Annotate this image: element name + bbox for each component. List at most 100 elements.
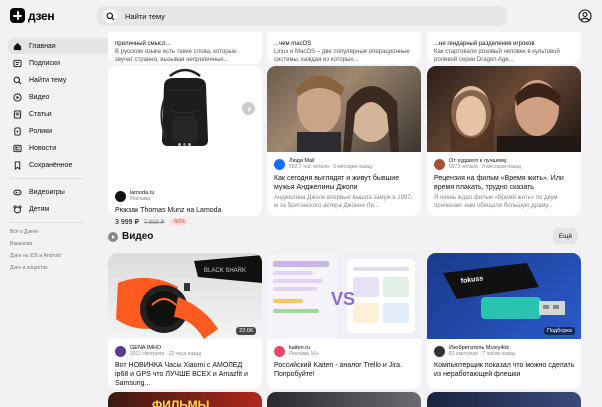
feed-card-truncated[interactable]: ...не гендарный разделения игроков Как с… [427, 32, 581, 64]
dzen-logo[interactable]: дзен [10, 8, 55, 23]
sidebar-item-home[interactable]: Главная [8, 38, 111, 54]
card-desc: В русском языке есть такие слова, которы… [115, 49, 237, 63]
card-desc: Linux и MacOS – две популярные операцион… [274, 49, 410, 63]
home-icon [13, 42, 22, 51]
sidebar-divider [10, 178, 84, 179]
sidebar-item-label: Подписки [29, 59, 61, 67]
source-meta: 81 смотрели · 7 часов назад [449, 351, 515, 357]
section-title: Видео [122, 231, 154, 242]
feed-card-truncated[interactable]: приличный смысл... В русском языке есть … [108, 32, 262, 64]
source-avatar [115, 190, 126, 202]
footer-link-about[interactable]: Всё о Дзене [10, 229, 38, 235]
video-thumbnail: fokuss Подборка [427, 253, 581, 339]
video-card-partial[interactable]: ФИЛЬМЫ [108, 392, 262, 407]
card-source[interactable]: От худшего к лучшему 5973 читали · 8 мес… [434, 158, 521, 170]
card-title: Компьютерщик показал что можно сделать и… [434, 362, 575, 378]
sidebar-item-clips[interactable]: Ролики [8, 123, 111, 139]
card-source[interactable]: Люди Mail 562,7 тыс читали · 5 месяцев н… [274, 158, 372, 170]
card-source[interactable]: kaiten.ru Реклама 16+ [274, 345, 319, 357]
search-icon [103, 9, 117, 23]
clips-icon [13, 126, 22, 136]
video-thumbnail: VS [267, 253, 421, 339]
svg-text:VS: VS [331, 289, 355, 309]
video-card-partial[interactable] [427, 392, 581, 407]
feed-card-ad[interactable]: lamoda.ru Реклама Рюкзак Thomas Munz на … [108, 66, 262, 216]
discount-badge: -50% [169, 218, 189, 226]
sidebar-item-subscriptions[interactable]: Подписки [8, 55, 111, 71]
video-card[interactable]: VS kaiten.ru Реклама 16+ Российский Kait… [267, 253, 421, 389]
articles-icon [13, 109, 22, 119]
footer-link-social[interactable]: Дзен в соцсетях [10, 265, 48, 271]
feed: приличный смысл... В русском языке есть … [108, 32, 602, 407]
feed-card-article[interactable]: Люди Mail 562,7 тыс читали · 5 месяцев н… [267, 66, 421, 216]
sidebar: Главная Подписки Найти тему Видео Статьи… [0, 32, 111, 407]
card-desc: Как стартовали розовый человек в культов… [434, 49, 560, 63]
video-section-header: Видео [108, 231, 153, 242]
video-icon [13, 92, 22, 102]
source-avatar [274, 158, 285, 170]
search-input[interactable]: Найти тему [125, 12, 165, 21]
source-meta: 562,7 тыс читали · 5 месяцев назад [289, 164, 372, 170]
feed-card-article[interactable]: От худшего к лучшему 5973 читали · 8 мес… [427, 66, 581, 216]
card-title: ...не гендарный разделения игроков [434, 41, 535, 47]
source-avatar [434, 158, 445, 170]
feed-card-truncated[interactable]: ...чем macOS Linux и MacOS – две популяр… [267, 32, 421, 64]
video-thumbnail: ФИЛЬМЫ [152, 398, 209, 407]
article-image [267, 66, 421, 152]
profile-icon[interactable] [578, 9, 592, 23]
logo-text: дзен [28, 8, 55, 23]
chevron-right-icon [247, 106, 251, 111]
source-meta: Реклама [130, 196, 151, 202]
carousel-next-button[interactable] [242, 102, 255, 115]
footer-link-vacancies[interactable]: Вакансии [10, 241, 32, 247]
card-title: Вот НОВИНКА Часы Xiaomi с АМОЛЕД ip68 и … [115, 362, 248, 387]
subscriptions-icon [13, 59, 22, 68]
card-source[interactable]: GENA IMHO 2011 смотрели · 22 часа назад [115, 345, 201, 357]
sidebar-item-news[interactable]: Новости [8, 140, 111, 156]
sidebar-item-articles[interactable]: Статьи [8, 106, 111, 122]
dzen-logo-icon [10, 8, 25, 23]
sidebar-divider [10, 222, 84, 223]
old-price: 7 999 ₽ [143, 219, 165, 226]
source-avatar [434, 345, 445, 357]
footer-link-apps[interactable]: Дзен на iOS и Android [10, 253, 61, 259]
sidebar-item-label: Главная [29, 42, 56, 50]
sidebar-item-label: Статьи [29, 110, 52, 118]
current-price: 3 999 ₽ [115, 219, 139, 226]
video-card[interactable]: fokuss Подборка Изобретатель Musiy4ok 81… [427, 253, 581, 389]
gamepad-icon [13, 188, 22, 197]
product-price-row: 3 999 ₽ 7 999 ₽ -50% [115, 218, 189, 226]
source-meta: 5973 читали · 8 месяцев назад [449, 164, 521, 170]
sidebar-item-videogames[interactable]: Видеоигры [8, 184, 111, 200]
sidebar-item-label: Новости [29, 144, 57, 152]
more-videos-button[interactable]: Ещё [553, 228, 578, 244]
kids-icon [13, 204, 22, 214]
video-duration: 22:06 [236, 327, 256, 335]
video-section-icon [108, 231, 118, 242]
source-meta: 2011 смотрели · 22 часа назад [130, 351, 202, 357]
sidebar-item-saved[interactable]: Сохранённое [8, 157, 111, 173]
card-source[interactable]: Изобретатель Musiy4ok 81 смотрели · 7 ча… [434, 345, 515, 357]
carousel-dots [178, 143, 191, 146]
video-thumbnail: BLACK SHARK 22:06 [108, 253, 262, 339]
card-desc: Анджелина Джоли впервые вышла замуж в 19… [274, 195, 413, 209]
video-card[interactable]: BLACK SHARK 22:06 GENA IMHO 2011 смотрел… [108, 253, 262, 389]
card-title: приличный смысл... [115, 41, 171, 47]
find-topic-icon [13, 76, 22, 85]
sidebar-item-kids[interactable]: Детям [8, 201, 111, 217]
card-desc: Я очень ждал фильм «Время жить» по двум … [434, 195, 558, 209]
card-title: Как сегодня выглядят и живут бывшие мужь… [274, 175, 400, 191]
sidebar-item-find-topic[interactable]: Найти тему [8, 72, 111, 88]
sidebar-item-label: Видеоигры [29, 188, 65, 196]
sidebar-item-label: Видео [29, 93, 50, 101]
source-avatar [115, 345, 126, 357]
card-source[interactable]: lamoda.ru Реклама [115, 190, 154, 202]
sidebar-item-video[interactable]: Видео [8, 89, 111, 105]
card-title: Российский Kaiten - аналог Trello и Jira… [274, 362, 402, 378]
source-avatar [274, 345, 285, 357]
search-bar[interactable]: Найти тему [97, 6, 507, 26]
product-image [108, 66, 262, 152]
sidebar-item-label: Детям [29, 205, 50, 213]
video-card-partial[interactable] [267, 392, 421, 407]
article-image [427, 66, 581, 152]
